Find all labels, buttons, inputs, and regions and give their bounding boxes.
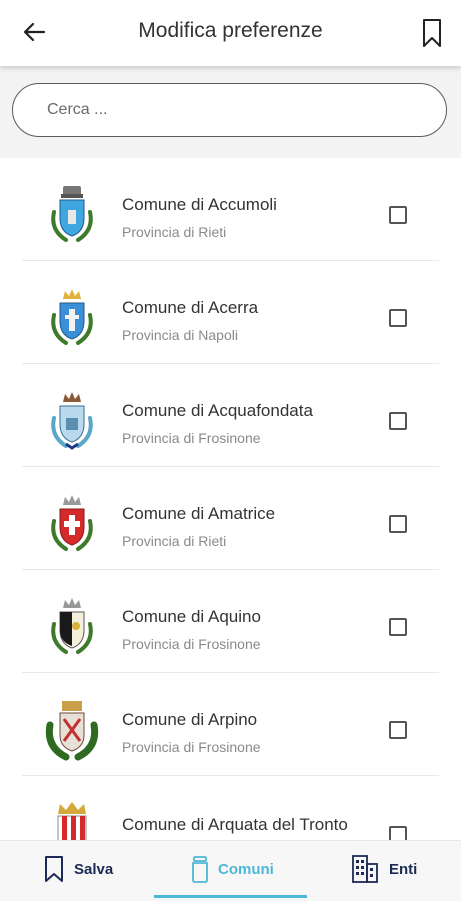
- item-name: Comune di Acquafondata: [122, 401, 313, 420]
- search-bar-area: Cerca ...: [0, 66, 461, 158]
- list-item[interactable]: Comune di Accumoli Provincia di Rieti: [0, 158, 461, 261]
- app-header: Modifica preferenze: [0, 0, 461, 66]
- coat-of-arms-icon: [51, 392, 93, 450]
- coat-of-arms-icon: [51, 186, 93, 242]
- bookmark-icon[interactable]: [417, 16, 447, 50]
- list-item[interactable]: Comune di Arpino Provincia di Frosinone: [0, 673, 461, 776]
- list-item[interactable]: Comune di Amatrice Provincia di Rieti: [0, 467, 461, 570]
- coat-of-arms-icon: [51, 289, 93, 345]
- item-province: Provincia di Frosinone: [122, 430, 261, 446]
- tab-comuni[interactable]: Comuni: [154, 841, 307, 901]
- item-province: Provincia di Rieti: [122, 224, 227, 240]
- item-name: Comune di Acerra: [122, 298, 259, 317]
- list-item[interactable]: Comune di Acerra Provincia di Napoli: [0, 261, 461, 364]
- select-checkbox[interactable]: [389, 721, 407, 739]
- item-province: Provincia di Napoli: [122, 327, 238, 343]
- bookmark-icon: [45, 856, 63, 882]
- coat-of-arms-icon: [45, 701, 99, 761]
- item-province: Provincia di Frosinone: [122, 739, 261, 755]
- active-tab-indicator: [154, 895, 307, 898]
- building-icon: [352, 855, 378, 883]
- list-item[interactable]: Comune di Arquata del Tronto: [0, 776, 461, 840]
- page-title: Modifica preferenze: [138, 19, 323, 42]
- coat-of-arms-icon: [57, 802, 87, 840]
- item-name: Comune di Amatrice: [122, 504, 276, 523]
- select-checkbox[interactable]: [389, 412, 407, 430]
- coat-of-arms-icon: [51, 598, 93, 654]
- item-province: Provincia di Rieti: [122, 533, 227, 549]
- search-placeholder: Cerca ...: [47, 101, 108, 118]
- tab-label: Enti: [389, 861, 418, 878]
- item-name: Comune di Aquino: [122, 607, 261, 626]
- select-checkbox[interactable]: [389, 515, 407, 533]
- item-name: Comune di Arquata del Tronto: [122, 815, 348, 834]
- tab-label: Comuni: [218, 861, 274, 878]
- item-name: Comune di Accumoli: [122, 195, 277, 214]
- tab-label: Salva: [74, 861, 114, 878]
- item-province: Provincia di Frosinone: [122, 636, 261, 652]
- search-input[interactable]: Cerca ...: [12, 83, 447, 137]
- select-checkbox[interactable]: [389, 206, 407, 224]
- select-checkbox[interactable]: [389, 618, 407, 636]
- tab-salva[interactable]: Salva: [0, 841, 154, 901]
- trash-icon: [192, 856, 208, 883]
- tab-enti[interactable]: Enti: [307, 841, 461, 901]
- coat-of-arms-icon: [51, 495, 93, 551]
- bottom-navigation: Salva Comuni Enti: [0, 840, 461, 901]
- list-item[interactable]: Comune di Acquafondata Provincia di Fros…: [0, 364, 461, 467]
- select-checkbox[interactable]: [389, 309, 407, 327]
- municipality-list: Comune di Accumoli Provincia di Rieti Co…: [0, 158, 461, 840]
- list-item[interactable]: Comune di Aquino Provincia di Frosinone: [0, 570, 461, 673]
- item-name: Comune di Arpino: [122, 710, 258, 729]
- select-checkbox[interactable]: [389, 826, 407, 840]
